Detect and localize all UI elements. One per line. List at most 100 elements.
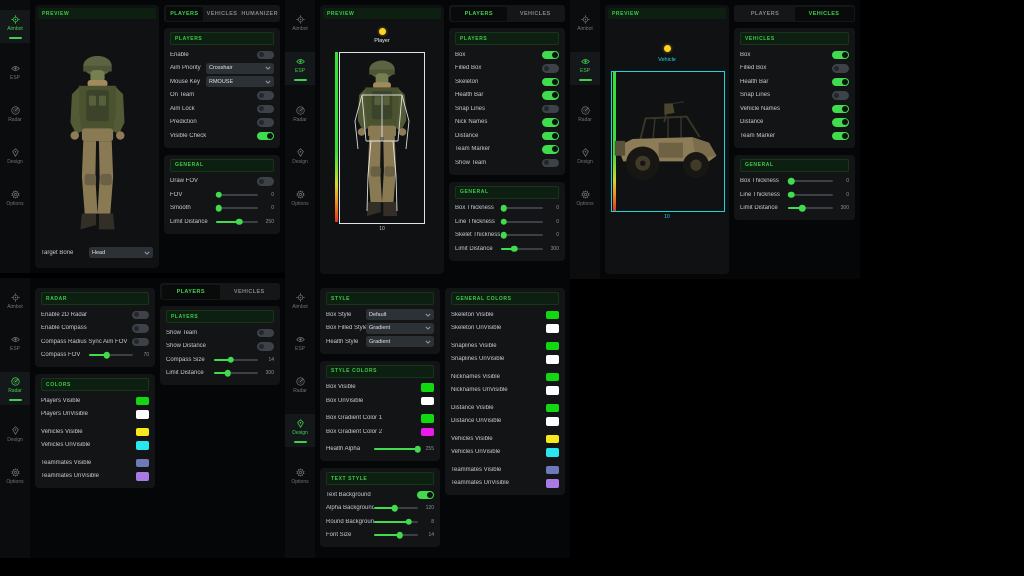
slider-knob[interactable] — [788, 178, 795, 185]
teammates-visible-swatch[interactable] — [546, 466, 559, 475]
distance-toggle[interactable] — [832, 118, 849, 127]
box-style-select[interactable]: Default — [366, 309, 434, 320]
health-alpha-slider[interactable] — [374, 448, 418, 450]
visible-check-toggle[interactable] — [257, 132, 274, 141]
slider-knob[interactable] — [500, 205, 507, 212]
limit-distance-slider[interactable] — [501, 248, 543, 250]
sidebar-item-aimbot[interactable]: Aimbot — [0, 10, 30, 43]
tab-players[interactable]: PLAYERS — [166, 7, 204, 21]
sidebar-item-options[interactable]: Options — [285, 185, 315, 211]
slider-knob[interactable] — [500, 232, 507, 239]
tab-vehicles[interactable]: VEHICLES — [220, 285, 279, 299]
line-thickness-slider[interactable] — [788, 194, 833, 196]
sidebar-item-aimbot[interactable]: Aimbot — [570, 10, 600, 36]
skeleton-visible-swatch[interactable] — [546, 311, 559, 320]
slider-knob[interactable] — [406, 519, 413, 526]
health-bar-toggle[interactable] — [832, 78, 849, 87]
smooth-slider[interactable] — [216, 207, 258, 209]
alpha-background-slider[interactable] — [374, 507, 418, 509]
aim-priority-select[interactable]: Crosshair — [206, 63, 274, 74]
teammates-unvisible-swatch[interactable] — [546, 479, 559, 488]
sidebar-item-esp[interactable]: ESP — [570, 52, 600, 85]
box-gradient-color-1-swatch[interactable] — [421, 414, 434, 423]
tab-vehicles[interactable]: VEHICLES — [507, 7, 564, 21]
vehicles-unvisible-swatch[interactable] — [136, 441, 149, 450]
show-team-toggle[interactable] — [542, 159, 559, 168]
box-unvisible-swatch[interactable] — [421, 397, 434, 406]
fov-slider[interactable] — [216, 194, 258, 196]
show-distance-toggle[interactable] — [257, 342, 274, 351]
skeleton-toggle[interactable] — [542, 78, 559, 87]
sidebar-item-design[interactable]: Design — [570, 143, 600, 169]
team-marker-toggle[interactable] — [542, 145, 559, 154]
slider-knob[interactable] — [500, 219, 507, 226]
skeleton-unvisible-swatch[interactable] — [546, 324, 559, 333]
compass-fov-slider[interactable] — [89, 354, 133, 356]
enable-2d-radar-toggle[interactable] — [132, 311, 149, 320]
sidebar-item-radar[interactable]: Radar — [570, 101, 600, 127]
slider-knob[interactable] — [236, 219, 243, 226]
limit-distance-slider[interactable] — [214, 372, 258, 374]
sidebar-item-esp[interactable]: ESP — [285, 330, 315, 356]
players-unvisible-swatch[interactable] — [136, 410, 149, 419]
enable-compass-toggle[interactable] — [132, 324, 149, 333]
sidebar-item-options[interactable]: Options — [570, 185, 600, 211]
sidebar-item-esp[interactable]: ESP — [0, 59, 30, 85]
limit-distance-slider[interactable] — [788, 207, 833, 209]
sidebar-item-design[interactable]: Design — [0, 421, 30, 447]
vehicles-visible-swatch[interactable] — [136, 428, 149, 437]
tab-humanizer[interactable]: HUMANIZER — [241, 7, 279, 21]
sidebar-item-aimbot[interactable]: Aimbot — [285, 288, 315, 314]
slider-knob[interactable] — [215, 205, 222, 212]
mouse-key-select[interactable]: RMOUSE — [206, 76, 274, 87]
nicknames-visible-swatch[interactable] — [546, 373, 559, 382]
slider-knob[interactable] — [391, 505, 398, 512]
distance-unvisible-swatch[interactable] — [546, 417, 559, 426]
filled-box-toggle[interactable] — [832, 64, 849, 73]
team-marker-toggle[interactable] — [832, 132, 849, 141]
skelet-thickness-slider[interactable] — [501, 234, 543, 236]
prediction-toggle[interactable] — [257, 118, 274, 127]
slider-knob[interactable] — [396, 532, 403, 539]
distance-visible-swatch[interactable] — [546, 404, 559, 413]
distance-toggle[interactable] — [542, 132, 559, 141]
sidebar-item-radar[interactable]: Radar — [0, 101, 30, 127]
snap-lines-toggle[interactable] — [832, 91, 849, 100]
slider-knob[interactable] — [227, 357, 234, 364]
sidebar-item-design[interactable]: Design — [0, 143, 30, 169]
box-toggle[interactable] — [832, 51, 849, 60]
vehicle-names-toggle[interactable] — [832, 105, 849, 114]
sidebar-item-radar[interactable]: Radar — [285, 372, 315, 398]
players-visible-swatch[interactable] — [136, 397, 149, 406]
sidebar-item-esp[interactable]: ESP — [0, 330, 30, 356]
sidebar-item-design[interactable]: Design — [285, 143, 315, 169]
slider-knob[interactable] — [511, 246, 518, 253]
box-thickness-slider[interactable] — [501, 207, 543, 209]
slider-knob[interactable] — [414, 446, 421, 453]
limit-distance-slider[interactable] — [216, 221, 258, 223]
enable-toggle[interactable] — [257, 51, 274, 60]
font-size-slider[interactable] — [374, 534, 418, 536]
compass-radius-sync-aim-fov-toggle[interactable] — [132, 338, 149, 347]
on-team-toggle[interactable] — [257, 91, 274, 100]
slider-knob[interactable] — [788, 192, 795, 199]
tab-players[interactable]: PLAYERS — [451, 7, 508, 21]
teammates-unvisible-swatch[interactable] — [136, 472, 149, 481]
health-style-select[interactable]: Gradient — [366, 336, 434, 347]
snaplines-visible-swatch[interactable] — [546, 342, 559, 351]
slider-knob[interactable] — [799, 205, 806, 212]
tab-players[interactable]: PLAYERS — [162, 285, 221, 299]
text-background-toggle[interactable] — [417, 491, 434, 500]
sidebar-item-options[interactable]: Options — [0, 463, 30, 489]
aim-lock-toggle[interactable] — [257, 105, 274, 114]
tab-vehicles[interactable]: VEHICLES — [795, 7, 854, 21]
nicknames-unvisible-swatch[interactable] — [546, 386, 559, 395]
round-background-slider[interactable] — [374, 521, 418, 523]
snaplines-unvisible-swatch[interactable] — [546, 355, 559, 364]
nick-names-toggle[interactable] — [542, 118, 559, 127]
draw-fov-toggle[interactable] — [257, 177, 274, 186]
compass-size-slider[interactable] — [214, 359, 258, 361]
health-bar-toggle[interactable] — [542, 91, 559, 100]
slider-knob[interactable] — [224, 370, 231, 377]
sidebar-item-options[interactable]: Options — [0, 185, 30, 211]
